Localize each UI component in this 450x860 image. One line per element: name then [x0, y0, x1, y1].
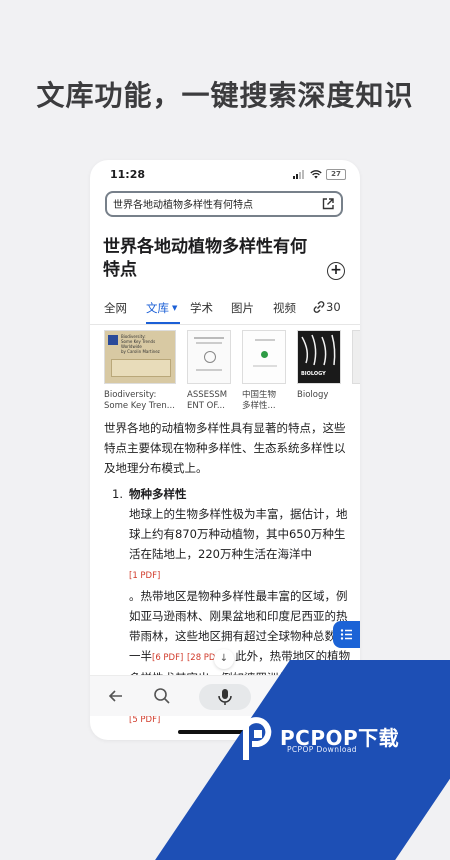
status-time: 11:28 — [110, 168, 146, 181]
doc-card[interactable]: ASSESSM ENT OF... — [187, 330, 231, 412]
phone-screen: 11:28 27 世界各地动植物多样性有何特点 + 全网 文库▼ 学术 图片 视… — [90, 160, 360, 740]
citation-link[interactable]: [6 PDF] — [152, 653, 183, 663]
doc-card[interactable]: Biodiversity: Some Key Trends Worldwide by… — [104, 330, 176, 412]
back-arrow-icon[interactable] — [106, 686, 126, 706]
outline-button[interactable] — [333, 621, 360, 648]
doc-card[interactable]: BIOLOGY Biology — [297, 330, 341, 412]
section-heading: 物种多样性 — [129, 487, 187, 501]
section-number: 1. — [112, 487, 123, 501]
battery-icon: 27 — [326, 169, 346, 180]
tab-videos[interactable]: 视频 — [273, 300, 296, 316]
doc-card[interactable]: 中国生物 多样性... — [242, 330, 286, 412]
doc-caption: ASSESSM ENT OF... — [187, 390, 228, 411]
watermark: PCPOP下载 PCPOP Download — [242, 714, 442, 774]
answer-intro: 世界各地的动植物多样性具有显著的特点，这些特点主要体现在物种多样性、生态系统多样… — [104, 421, 346, 475]
doc-thumbnail — [242, 330, 286, 384]
doc-caption: Biodiversity: Some Key Tren... — [104, 390, 175, 411]
category-tabs: 全网 文库 ▼ 学术 图片 视频 30 — [104, 300, 360, 316]
tab-academic[interactable]: 学术 — [190, 300, 213, 316]
doc-caption: 中国生物 多样性... — [242, 390, 277, 411]
promo-headline: 文库功能，一键搜索深度知识 — [36, 79, 414, 112]
links-count: 30 — [326, 300, 341, 314]
status-bar: 11:28 27 — [110, 168, 346, 184]
voice-button[interactable] — [199, 684, 251, 710]
tab-library-label: 文库 — [146, 301, 169, 315]
tab-web[interactable]: 全网 — [104, 300, 127, 316]
wifi-icon — [310, 170, 322, 179]
search-input[interactable] — [113, 198, 313, 209]
doc-logo — [108, 335, 118, 345]
signal-icon — [293, 170, 306, 179]
scroll-down-icon[interactable]: ↓ — [214, 649, 234, 669]
doc-thumbnail: BIOLOGY — [297, 330, 341, 384]
search-icon[interactable] — [152, 686, 172, 706]
link-icon — [313, 301, 325, 313]
result-title: 世界各地动植物多样性有何特点 — [103, 237, 307, 280]
doc-thumbnail — [187, 330, 231, 384]
tabs-divider — [90, 324, 360, 325]
tab-images[interactable]: 图片 — [231, 300, 254, 316]
citation-link[interactable]: [1 PDF] — [129, 571, 160, 581]
doc-caption: Biology — [297, 390, 329, 400]
watermark-subtitle: PCPOP Download — [287, 745, 357, 754]
doc-thumbnail: Biodiversity: Some Key Trends Worldwide by… — [104, 330, 176, 384]
add-icon[interactable]: + — [327, 262, 345, 280]
citation-link[interactable]: [5 PDF] — [129, 715, 160, 725]
microphone-icon — [218, 689, 232, 705]
search-box[interactable] — [105, 191, 343, 217]
list-icon — [340, 629, 352, 640]
document-cards: Biodiversity: Some Key Trends Worldwide by… — [104, 330, 360, 412]
doc-thumbnail — [352, 330, 360, 384]
status-icons: 27 — [293, 169, 346, 180]
open-external-icon[interactable] — [321, 197, 335, 211]
tab-links[interactable]: 30 — [312, 300, 341, 314]
tab-library[interactable]: 文库 ▼ — [146, 300, 177, 316]
doc-thumb-text: Biodiversity: Some Key Trends Worldwide by… — [121, 334, 160, 354]
doc-card-partial[interactable] — [352, 330, 360, 412]
pcpop-logo-icon — [243, 717, 272, 760]
caret-down-icon: ▼ — [172, 304, 178, 312]
